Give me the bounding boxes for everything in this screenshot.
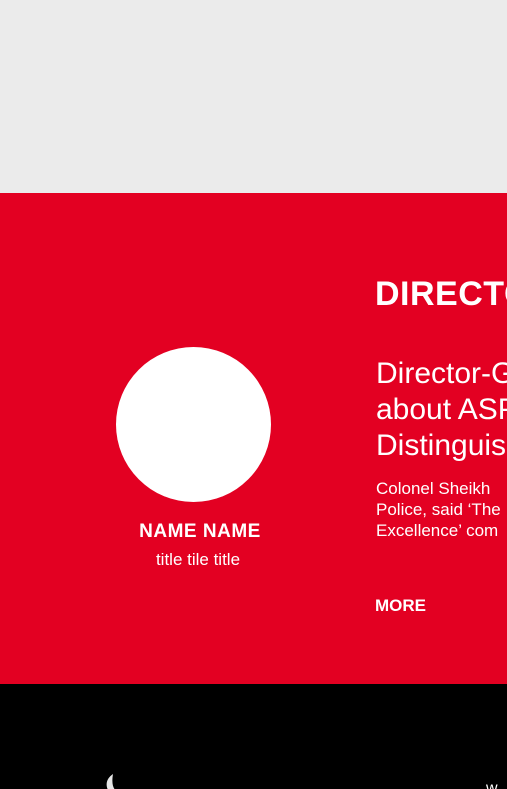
person-title: title tile title (155, 550, 241, 569)
excerpt-line: Police, said ‘The (376, 500, 501, 519)
footer-corner-text: w (486, 780, 498, 789)
avatar (116, 347, 271, 502)
excerpt-line: Colonel Sheikh (376, 479, 491, 498)
director-section: NAME NAME title tile title DIRECTOR-GENE… (0, 193, 507, 684)
headline-line: Director-General talks (376, 357, 507, 390)
person-name: NAME NAME (139, 521, 261, 542)
more-link[interactable]: MORE (375, 596, 426, 616)
headline-line: about ASP and the (376, 393, 507, 426)
excerpt-line: Excellence’ com (376, 521, 499, 540)
excerpt: Colonel Sheikh Police, said ‘The Excelle… (376, 478, 501, 541)
headline-line: Distinguished Performance (376, 429, 507, 462)
logo-icon[interactable] (102, 774, 124, 789)
footer: w (0, 684, 507, 789)
top-gray-band (0, 0, 507, 193)
section-title: DIRECTOR-GENERAL'S MESSAGE (375, 275, 507, 313)
headline[interactable]: Director-General talks about ASP and the… (376, 356, 507, 464)
